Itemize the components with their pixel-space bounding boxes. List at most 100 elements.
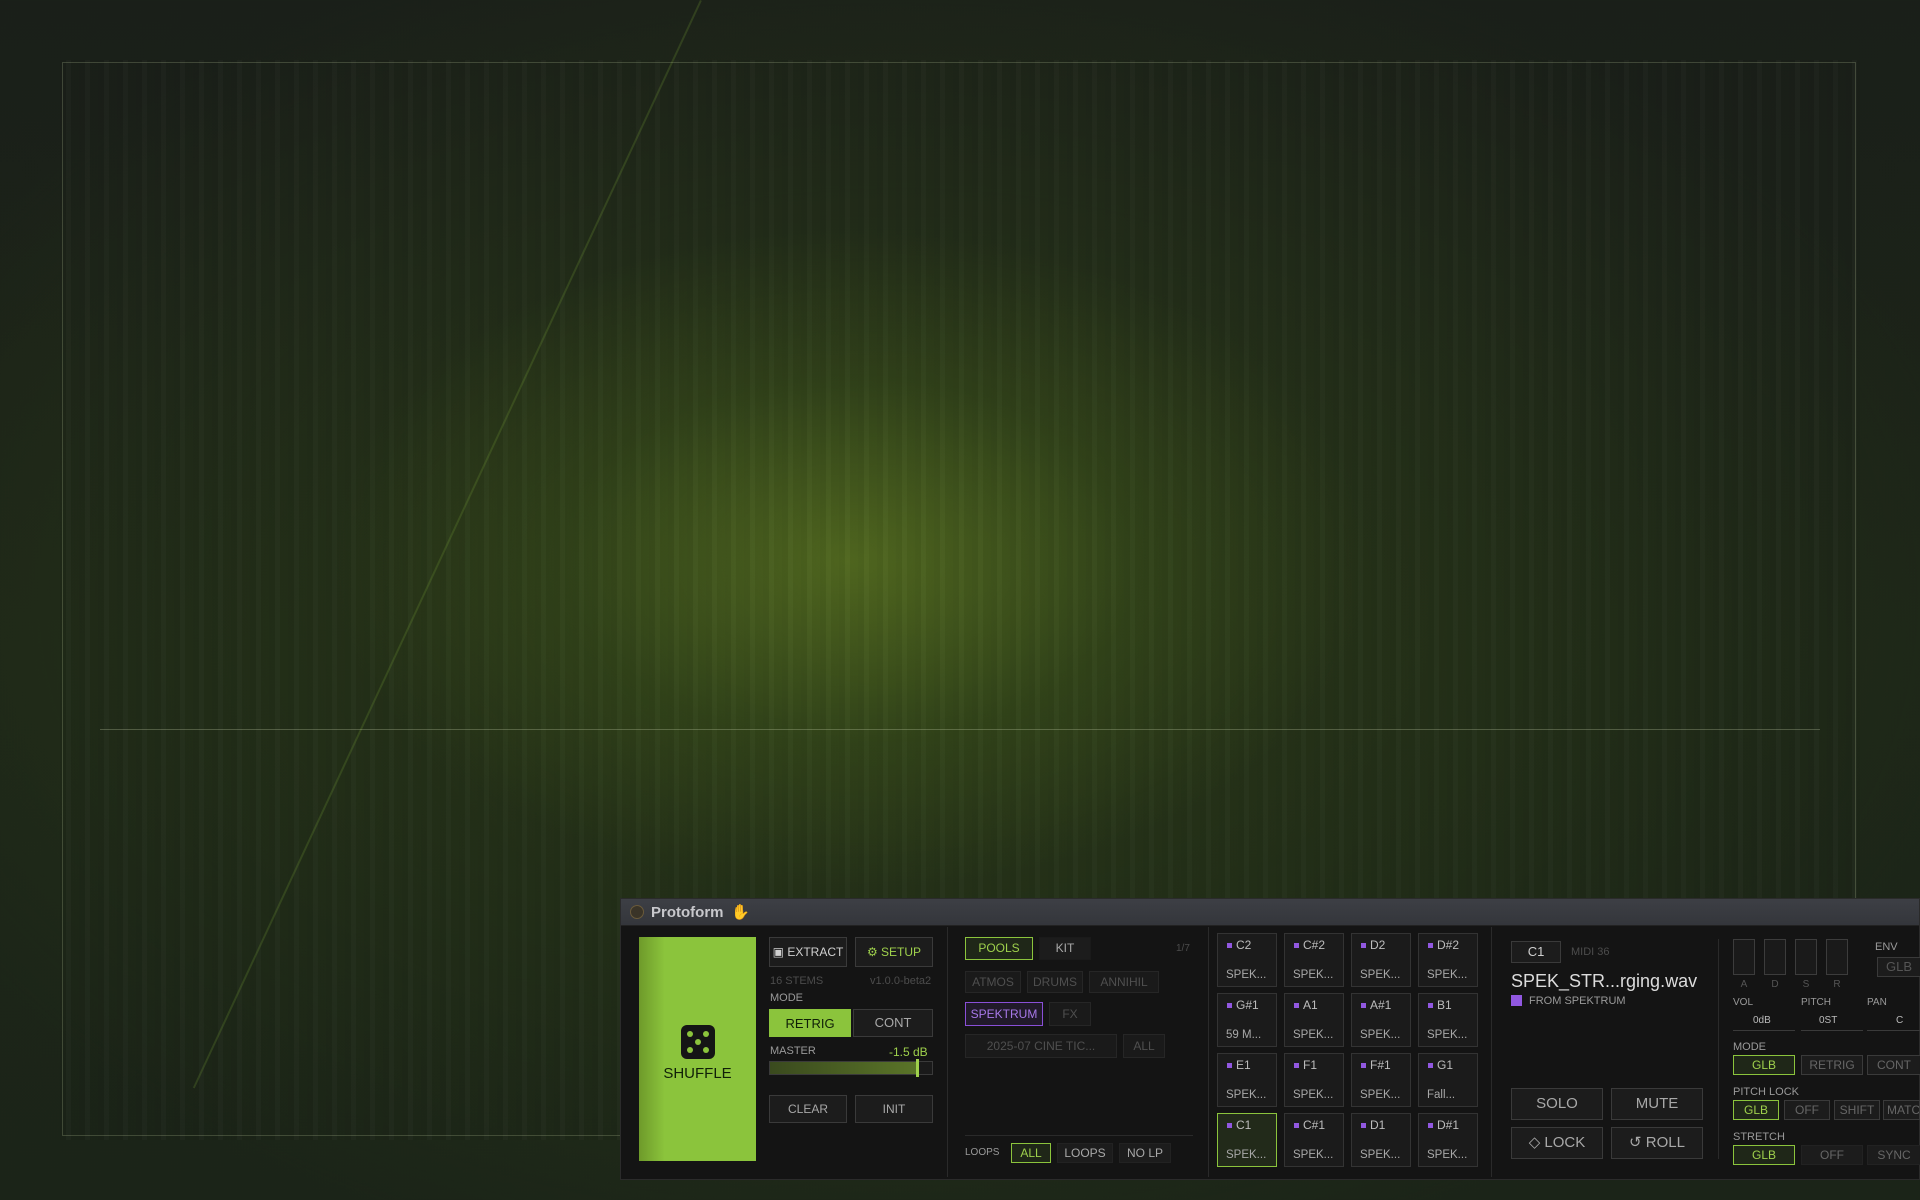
dice-icon (681, 1025, 715, 1059)
master-slider[interactable] (769, 1059, 933, 1077)
pad-color-marker (1361, 943, 1366, 948)
plugin-title: Protoform (651, 904, 724, 921)
title-bar[interactable]: Protoform ✋ (621, 899, 1919, 926)
loops-loops-button[interactable]: LOOPS (1057, 1143, 1113, 1163)
pad-csharp2[interactable]: C#2 SPEK... (1284, 933, 1344, 987)
pad-note: G1 (1437, 1058, 1454, 1072)
chip-all[interactable]: ALL (1123, 1034, 1165, 1058)
master-slider-thumb[interactable] (916, 1059, 919, 1077)
roll-button[interactable]: ↺ ROLL (1611, 1127, 1703, 1159)
page-indicator: 1/7 (1176, 943, 1190, 954)
pitch-lock-match[interactable]: MATCH (1883, 1100, 1920, 1120)
pad-sample: SPEK... (1226, 969, 1267, 981)
pad-color-marker (1294, 1003, 1299, 1008)
stretch-label: STRETCH (1733, 1131, 1785, 1143)
pad-c1[interactable]: C1 SPEK... (1217, 1113, 1277, 1167)
stretch-sync[interactable]: SYNC (1867, 1145, 1920, 1165)
version-label: v1.0.0-beta2 (870, 975, 932, 987)
pad-note: F#1 (1370, 1058, 1391, 1072)
source-color-swatch (1511, 995, 1522, 1006)
divider (1208, 927, 1209, 1177)
vol-label: VOL (1733, 997, 1754, 1008)
clear-button[interactable]: CLEAR (769, 1095, 847, 1123)
pitch-lock-glb[interactable]: GLB (1733, 1100, 1779, 1120)
pad-g1[interactable]: G1 Fall... (1418, 1053, 1478, 1107)
attack-slider[interactable] (1733, 939, 1755, 975)
pad-note: D#2 (1437, 938, 1460, 952)
chip-fx[interactable]: FX (1049, 1002, 1091, 1026)
pad-note: C1 (1236, 1118, 1252, 1132)
release-slider[interactable] (1826, 939, 1848, 975)
decay-slider[interactable] (1764, 939, 1786, 975)
pitch-lock-shift[interactable]: SHIFT (1834, 1100, 1880, 1120)
adsr-label-d: D (1771, 979, 1779, 990)
init-button[interactable]: INIT (855, 1095, 933, 1123)
adsr-label-a: A (1740, 979, 1748, 990)
mode-label: MODE (770, 992, 803, 1004)
stretch-glb[interactable]: GLB (1733, 1145, 1795, 1165)
pan-value[interactable]: C (1896, 1015, 1903, 1026)
selected-note[interactable]: C1 (1511, 941, 1561, 963)
extract-button[interactable]: ▣ EXTRACT (769, 937, 847, 967)
mute-button[interactable]: MUTE (1611, 1088, 1703, 1120)
pad-color-marker (1294, 1123, 1299, 1128)
sample-mode-label: MODE (1733, 1041, 1766, 1053)
sample-mode-cont[interactable]: CONT (1867, 1055, 1920, 1075)
sustain-slider[interactable] (1795, 939, 1817, 975)
sample-mode-retrig[interactable]: RETRIG (1801, 1055, 1863, 1075)
pad-color-marker (1227, 1063, 1232, 1068)
chip-atmos[interactable]: ATMOS (965, 971, 1021, 993)
pad-e1[interactable]: E1 SPEK... (1217, 1053, 1277, 1107)
pad-color-marker (1428, 943, 1433, 948)
folder-chip[interactable]: 2025-07 CINE TIC... (965, 1034, 1117, 1058)
lock-button[interactable]: ◇ LOCK (1511, 1127, 1603, 1159)
chip-annihil[interactable]: ANNIHIL (1089, 971, 1159, 993)
pad-note: D2 (1370, 938, 1386, 952)
pad-csharp1[interactable]: C#1 SPEK... (1284, 1113, 1344, 1167)
power-icon[interactable] (630, 905, 644, 919)
pitch-lock-off[interactable]: OFF (1784, 1100, 1830, 1120)
env-label: ENV (1875, 941, 1898, 953)
pad-a1[interactable]: A1 SPEK... (1284, 993, 1344, 1047)
sample-mode-glb[interactable]: GLB (1733, 1055, 1795, 1075)
pitch-value[interactable]: 0ST (1819, 1015, 1837, 1026)
mode-cont-button[interactable]: CONT (853, 1009, 933, 1037)
loops-all-button[interactable]: ALL (1011, 1143, 1051, 1163)
vol-value[interactable]: 0dB (1753, 1015, 1771, 1026)
pad-c2[interactable]: C2 SPEK... (1217, 933, 1277, 987)
pad-d1[interactable]: D1 SPEK... (1351, 1113, 1411, 1167)
pad-color-marker (1227, 1003, 1232, 1008)
pad-sample: SPEK... (1360, 1149, 1401, 1161)
pad-sample: SPEK... (1360, 1089, 1401, 1101)
pad-sample: SPEK... (1293, 1149, 1334, 1161)
pad-dsharp2[interactable]: D#2 SPEK... (1418, 933, 1478, 987)
pad-sample: SPEK... (1360, 969, 1401, 981)
pad-f1[interactable]: F1 SPEK... (1284, 1053, 1344, 1107)
chip-drums[interactable]: DRUMS (1027, 971, 1083, 993)
mode-retrig-button[interactable]: RETRIG (769, 1009, 851, 1037)
pad-sample: SPEK... (1293, 1089, 1334, 1101)
pad-d2[interactable]: D2 SPEK... (1351, 933, 1411, 987)
loops-nolp-button[interactable]: NO LP (1119, 1143, 1171, 1163)
pad-b1[interactable]: B1 SPEK... (1418, 993, 1478, 1047)
pad-note: C#2 (1303, 938, 1326, 952)
pad-color-marker (1361, 1063, 1366, 1068)
pitch-track (1801, 1030, 1863, 1031)
solo-button[interactable]: SOLO (1511, 1088, 1603, 1120)
chip-spektrum[interactable]: SPEKTRUM (965, 1002, 1043, 1026)
tab-pools[interactable]: POOLS (965, 937, 1033, 960)
env-select[interactable]: GLB (1877, 957, 1920, 977)
pad-note: C#1 (1303, 1118, 1326, 1132)
pad-dsharp1[interactable]: D#1 SPEK... (1418, 1113, 1478, 1167)
pad-gsharp1[interactable]: G#1 59 M... (1217, 993, 1277, 1047)
shuffle-label: SHUFFLE (663, 1065, 732, 1082)
shuffle-button[interactable]: SHUFFLE (639, 937, 756, 1161)
setup-button[interactable]: ⚙ SETUP (855, 937, 933, 967)
loops-divider (965, 1135, 1193, 1136)
master-value: -1.5 dB (889, 1045, 928, 1059)
stretch-off[interactable]: OFF (1801, 1145, 1863, 1165)
tab-kit[interactable]: KIT (1039, 937, 1091, 960)
pad-asharp1[interactable]: A#1 SPEK... (1351, 993, 1411, 1047)
pad-color-marker (1294, 943, 1299, 948)
pad-fsharp1[interactable]: F#1 SPEK... (1351, 1053, 1411, 1107)
